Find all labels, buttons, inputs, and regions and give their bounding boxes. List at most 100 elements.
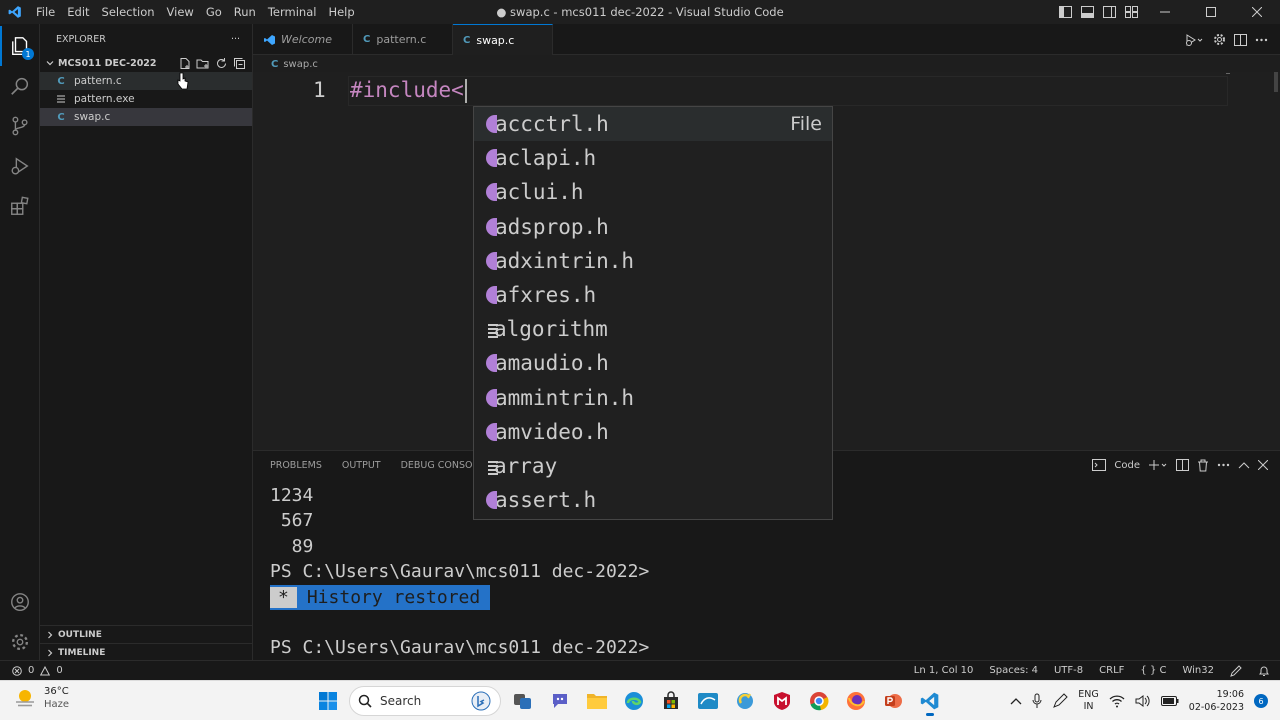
maximize-icon[interactable] <box>1188 0 1234 24</box>
microsoft-store-icon[interactable] <box>655 685 686 717</box>
toggle-secondary-sidebar-icon[interactable] <box>1098 0 1120 24</box>
explorer-icon[interactable]: 1 <box>0 26 40 66</box>
clock[interactable]: 19:06 02-06-2023 <box>1189 688 1244 714</box>
suggestion-item[interactable]: afxres.h <box>474 278 832 312</box>
editor-scrollbar[interactable] <box>1266 72 1280 450</box>
extensions-icon[interactable] <box>0 186 40 226</box>
customize-layout-icon[interactable] <box>1120 0 1142 24</box>
battery-icon[interactable] <box>1160 695 1179 707</box>
language-indicator[interactable]: ENG IN <box>1078 689 1098 713</box>
explorer-more-icon[interactable]: ··· <box>231 34 240 45</box>
file-explorer-icon[interactable] <box>581 685 612 717</box>
menu-selection[interactable]: Selection <box>96 0 161 24</box>
taskbar-search-box[interactable]: Search <box>349 686 501 716</box>
encoding[interactable]: UTF-8 <box>1054 661 1083 681</box>
suggestion-item[interactable]: assert.h <box>474 483 832 517</box>
split-terminal-icon[interactable] <box>1176 459 1189 471</box>
start-windows-icon[interactable] <box>312 685 343 717</box>
suggestion-item[interactable]: ammintrin.h <box>474 381 832 415</box>
minimize-icon[interactable] <box>1142 0 1188 24</box>
toggle-panel-icon[interactable] <box>1076 0 1098 24</box>
folder-row[interactable]: MCS011 DEC-2022 <box>40 54 252 72</box>
feedback-icon[interactable] <box>1230 665 1242 677</box>
menu-edit[interactable]: Edit <box>61 0 95 24</box>
indentation[interactable]: Spaces: 4 <box>989 661 1038 681</box>
tab-output[interactable]: OUTPUT <box>342 460 381 471</box>
menu-terminal[interactable]: Terminal <box>262 0 323 24</box>
chrome-icon[interactable] <box>803 685 834 717</box>
new-terminal-icon[interactable] <box>1148 459 1168 471</box>
suggestion-item[interactable]: adxintrin.h <box>474 244 832 278</box>
suggestion-item[interactable]: array <box>474 449 832 483</box>
settings-gear-icon[interactable] <box>1213 33 1226 46</box>
cursor-position[interactable]: Ln 1, Col 10 <box>914 661 974 681</box>
vscode-taskbar-icon[interactable] <box>914 685 945 717</box>
suggestion-item[interactable]: aclui.h <box>474 175 832 209</box>
language-mode[interactable]: { } C <box>1140 661 1166 681</box>
menu-help[interactable]: Help <box>322 0 360 24</box>
chevron-up-icon[interactable] <box>1010 697 1022 705</box>
menu-run[interactable]: Run <box>228 0 262 24</box>
platform[interactable]: Win32 <box>1182 661 1214 681</box>
manage-gear-icon[interactable] <box>0 622 40 662</box>
suggestion-item[interactable]: algorithm <box>474 312 832 346</box>
breadcrumb[interactable]: C swap.c <box>271 56 318 72</box>
maximize-panel-icon[interactable] <box>1238 461 1250 469</box>
python-idle-icon[interactable] <box>729 685 760 717</box>
end-of-line[interactable]: CRLF <box>1099 661 1124 681</box>
microphone-icon[interactable] <box>1032 693 1042 709</box>
source-control-icon[interactable] <box>0 106 40 146</box>
tab-debug-console[interactable]: DEBUG CONSOLE <box>401 460 484 471</box>
close-panel-icon[interactable] <box>1258 460 1268 470</box>
new-folder-icon[interactable] <box>196 57 210 70</box>
run-debug-icon[interactable] <box>0 146 40 186</box>
timeline-section[interactable]: TIMELINE <box>40 643 252 661</box>
search-icon[interactable] <box>0 66 40 106</box>
split-editor-icon[interactable] <box>1234 33 1247 46</box>
file-item-pattern-c[interactable]: C pattern.c <box>40 72 252 90</box>
code-line[interactable]: #include< <box>350 78 467 103</box>
tab-welcome[interactable]: Welcome <box>253 24 353 55</box>
mcafee-icon[interactable] <box>766 685 797 717</box>
file-item-swap-c[interactable]: C swap.c <box>40 108 252 126</box>
suggestion-item[interactable]: adsprop.h <box>474 210 832 244</box>
trash-icon[interactable] <box>1197 459 1209 472</box>
more-actions-icon[interactable] <box>1255 38 1268 42</box>
terminal-name[interactable]: Code <box>1114 460 1140 471</box>
menu-go[interactable]: Go <box>200 0 228 24</box>
suggestion-item[interactable]: accctrl.h File <box>474 107 832 142</box>
wifi-icon[interactable] <box>1109 694 1125 708</box>
firefox-icon[interactable] <box>840 685 871 717</box>
teams-chat-icon[interactable] <box>544 685 575 717</box>
pen-icon[interactable] <box>1052 693 1069 709</box>
outline-section[interactable]: OUTLINE <box>40 625 252 643</box>
notifications-bell-icon[interactable] <box>1258 665 1270 677</box>
task-view-icon[interactable] <box>507 685 538 717</box>
run-debug-dropdown-icon[interactable] <box>1185 33 1205 47</box>
powerpoint-icon[interactable] <box>877 685 908 717</box>
menu-file[interactable]: File <box>30 0 61 24</box>
status-problems[interactable]: 0 0 <box>12 661 63 681</box>
tab-swap-c[interactable]: C swap.c <box>453 24 553 55</box>
menu-view[interactable]: View <box>161 0 200 24</box>
suggestion-item[interactable]: aclapi.h <box>474 141 832 175</box>
edge-browser-icon[interactable] <box>618 685 649 717</box>
more-actions-icon[interactable] <box>1217 463 1230 467</box>
minimap[interactable] <box>1226 73 1230 74</box>
refresh-icon[interactable] <box>215 57 228 70</box>
new-file-icon[interactable] <box>178 57 191 70</box>
collapse-all-icon[interactable] <box>233 57 246 70</box>
scrollbar-thumb[interactable] <box>1274 72 1278 92</box>
tab-problems[interactable]: PROBLEMS <box>270 460 322 471</box>
accounts-icon[interactable] <box>0 582 40 622</box>
suggestion-item[interactable]: amvideo.h <box>474 415 832 449</box>
volume-icon[interactable] <box>1135 694 1151 708</box>
file-item-pattern-exe[interactable]: pattern.exe <box>40 90 252 108</box>
notification-badge[interactable]: 6 <box>1254 694 1268 708</box>
mysql-workbench-icon[interactable] <box>692 685 723 717</box>
suggestion-item[interactable]: amaudio.h <box>474 346 832 380</box>
toggle-primary-sidebar-icon[interactable] <box>1054 0 1076 24</box>
tab-pattern-c[interactable]: C pattern.c <box>353 24 453 55</box>
close-window-icon[interactable] <box>1234 0 1280 24</box>
weather-widget[interactable]: 36°C Haze <box>14 685 69 711</box>
